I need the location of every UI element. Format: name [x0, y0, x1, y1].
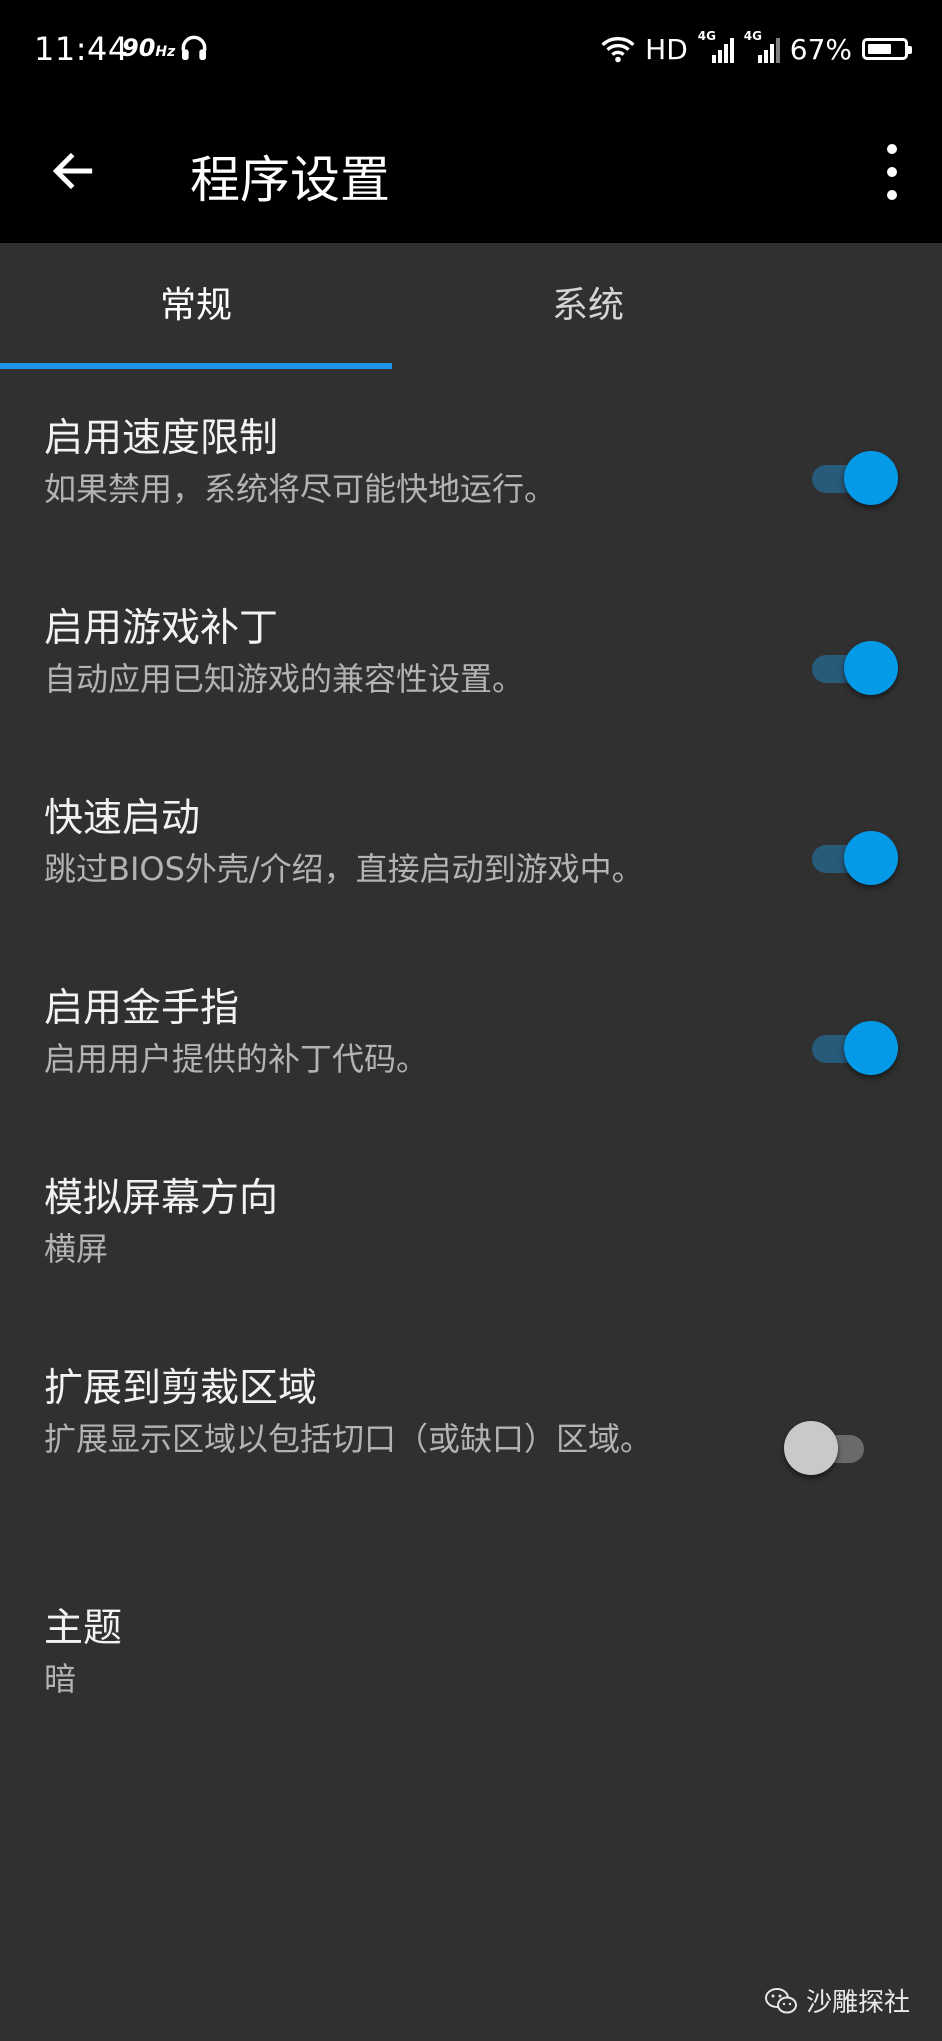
cutout-area-toggle[interactable]	[782, 1419, 878, 1475]
watermark: 沙雕探社	[764, 1982, 910, 2019]
setting-speed-limit[interactable]: 启用速度限制 如果禁用，系统将尽可能快地运行。	[44, 413, 898, 513]
setting-cutout-area[interactable]: 扩展到剪裁区域 扩展显示区域以包括切口（或缺口）区域。	[44, 1363, 898, 1475]
battery-icon	[862, 38, 912, 60]
setting-screen-orientation[interactable]: 模拟屏幕方向 横屏	[44, 1173, 898, 1273]
tab-system[interactable]: 系统	[392, 243, 784, 368]
setting-cheats[interactable]: 启用金手指 启用用户提供的补丁代码。	[44, 983, 898, 1083]
setting-title: 启用速度限制	[44, 416, 279, 461]
setting-title: 快速启动	[44, 796, 201, 841]
status-icons: HD 4G 4G 67%	[601, 29, 912, 68]
speed-limit-toggle[interactable]	[802, 449, 898, 505]
settings-content: 常规 系统 启用速度限制 如果禁用，系统将尽可能快地运行。 启用游戏补丁 自动应…	[0, 243, 942, 2041]
setting-title: 模拟屏幕方向	[44, 1176, 279, 1221]
status-time: 11:44	[34, 30, 129, 68]
setting-theme[interactable]: 主题 暗	[44, 1603, 898, 1703]
setting-subtitle: 跳过BIOS外壳/介绍，直接启动到游戏中。	[44, 850, 644, 888]
setting-subtitle: 横屏	[44, 1230, 109, 1268]
headphone-icon	[181, 35, 207, 60]
setting-title: 扩展到剪裁区域	[44, 1366, 318, 1411]
setting-subtitle: 扩展显示区域以包括切口（或缺口）区域。	[44, 1420, 653, 1458]
page-title: 程序设置	[190, 151, 390, 209]
tab-general[interactable]: 常规	[0, 243, 392, 368]
wechat-icon	[764, 1987, 797, 2013]
back-arrow-icon[interactable]	[48, 146, 98, 196]
tab-bar: 常规 系统	[0, 243, 942, 369]
app-bar: 程序设置	[0, 100, 942, 243]
watermark-text: 沙雕探社	[805, 1988, 910, 2018]
setting-fast-boot[interactable]: 快速启动 跳过BIOS外壳/介绍，直接启动到游戏中。	[44, 793, 898, 893]
setting-title: 启用游戏补丁	[44, 606, 279, 651]
setting-title: 启用金手指	[44, 986, 240, 1031]
refresh-rate: 90Hz	[122, 34, 176, 62]
fast-boot-toggle[interactable]	[802, 829, 898, 885]
hd-indicator: HD	[645, 32, 688, 66]
cheats-toggle[interactable]	[802, 1019, 898, 1075]
setting-subtitle: 暗	[44, 1660, 77, 1698]
setting-subtitle: 自动应用已知游戏的兼容性设置。	[44, 660, 525, 698]
wifi-icon	[601, 37, 635, 63]
signal-icon-2: 4G	[744, 29, 780, 63]
tab-indicator	[0, 363, 392, 369]
battery-percent: 67%	[789, 32, 852, 66]
setting-subtitle: 启用用户提供的补丁代码。	[44, 1040, 429, 1078]
setting-title: 主题	[44, 1606, 123, 1651]
more-options-icon[interactable]	[882, 144, 902, 200]
setting-game-patches[interactable]: 启用游戏补丁 自动应用已知游戏的兼容性设置。	[44, 603, 898, 703]
setting-subtitle: 如果禁用，系统将尽可能快地运行。	[44, 470, 557, 508]
status-bar: 11:44 90Hz HD 4G 4G 67%	[0, 0, 942, 100]
signal-icon: 4G	[698, 29, 734, 63]
game-patches-toggle[interactable]	[802, 639, 898, 695]
